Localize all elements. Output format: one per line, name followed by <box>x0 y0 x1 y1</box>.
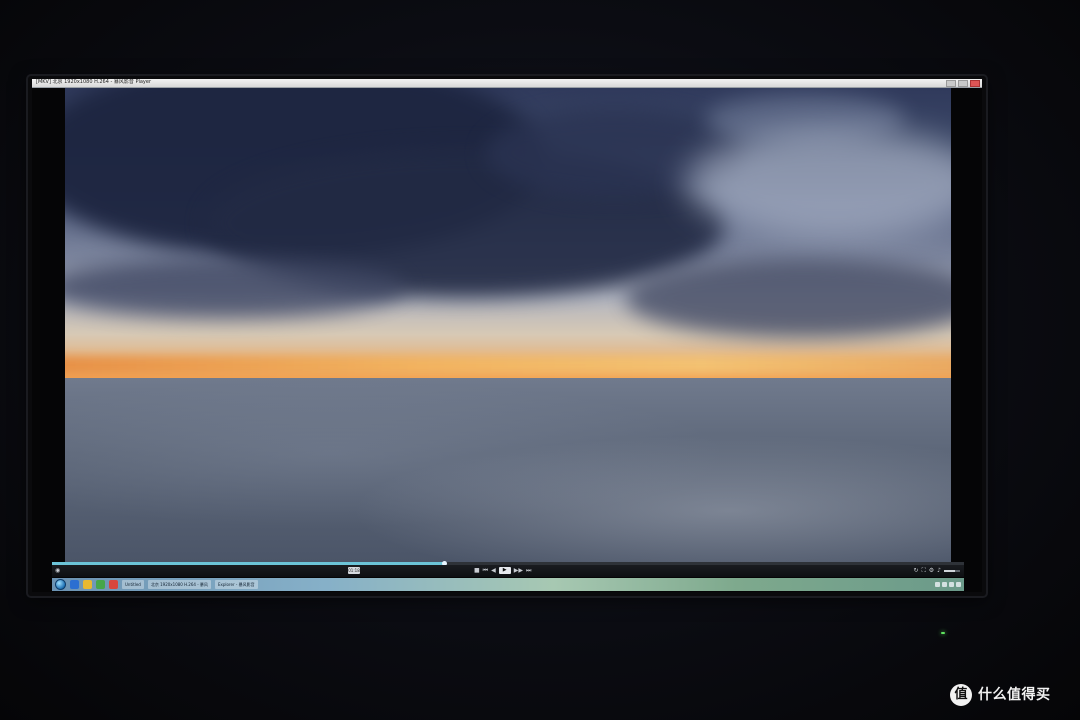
prev-icon[interactable]: ⏮ <box>483 565 488 577</box>
sunset-horizon <box>65 356 951 374</box>
minimize-icon[interactable] <box>946 80 956 87</box>
controls-center: ■ ⏮ ◀ ▶ ▶▶ ⏭ <box>474 565 531 577</box>
volume-fill <box>944 570 956 572</box>
forward-icon[interactable]: ▶▶ <box>514 565 523 577</box>
stop-icon[interactable]: ■ <box>474 565 480 577</box>
repeat-icon[interactable]: ↻ <box>914 565 919 577</box>
close-icon[interactable] <box>970 80 980 87</box>
fullscreen-icon[interactable]: ⛶ <box>922 565 926 577</box>
folder-icon[interactable] <box>83 580 92 589</box>
volume-icon[interactable]: ♪ <box>937 565 941 577</box>
watermark: 值 什么值得买 <box>950 684 1051 706</box>
rewind-icon[interactable]: ◀ <box>491 565 496 577</box>
volume-slider[interactable] <box>944 570 960 572</box>
window-controls <box>946 80 980 87</box>
watermark-logo: 值 <box>950 684 972 706</box>
app-icon[interactable] <box>109 580 118 589</box>
taskbar-task[interactable]: Untitled <box>122 580 144 589</box>
video-frame[interactable] <box>65 88 951 562</box>
window-title: [MKV] 北京 1920x1080 H.264 - 暴风影音 Player <box>36 79 152 85</box>
letterbox-right <box>951 88 982 562</box>
letterbox-left <box>32 88 65 562</box>
start-button[interactable] <box>55 579 66 590</box>
watermark-text: 什么值得买 <box>978 687 1051 703</box>
cloud-shape <box>65 258 405 318</box>
tray-icon[interactable] <box>956 582 961 587</box>
cloud-shape <box>625 258 951 338</box>
taskbar-task[interactable]: 北京 1920x1080 H.264 - 暴风 <box>147 580 211 589</box>
system-tray <box>935 582 964 587</box>
taskbar-task[interactable]: Explorer - 暴风影音 <box>214 580 258 589</box>
windows-taskbar: Untitled 北京 1920x1080 H.264 - 暴风 Explore… <box>52 578 964 591</box>
cloud-sea <box>65 378 951 562</box>
controls-left: ◉ <box>55 565 60 577</box>
play-icon[interactable]: ▶ <box>498 567 511 574</box>
monitor-screen: [MKV] 北京 1920x1080 H.264 - 暴风影音 Player ◉… <box>32 79 982 592</box>
next-icon[interactable]: ⏭ <box>526 565 531 577</box>
window-titlebar[interactable]: [MKV] 北京 1920x1080 H.264 - 暴风影音 Player <box>32 79 982 88</box>
menu-icon[interactable]: ◉ <box>55 565 60 577</box>
player-controls: ◉ 01:18 ■ ⏮ ◀ ▶ ▶▶ ⏭ ↻ ⛶ ⚙ ♪ <box>52 565 964 577</box>
time-badge: 01:18 <box>348 567 360 574</box>
settings-icon[interactable]: ⚙ <box>929 565 934 577</box>
tray-icon[interactable] <box>949 582 954 587</box>
maximize-icon[interactable] <box>958 80 968 87</box>
power-led <box>941 632 945 634</box>
controls-right: ↻ ⛶ ⚙ ♪ <box>914 565 960 577</box>
tray-icon[interactable] <box>942 582 947 587</box>
ie-icon[interactable] <box>70 580 79 589</box>
media-icon[interactable] <box>96 580 105 589</box>
photo-scene: [MKV] 北京 1920x1080 H.264 - 暴风影音 Player ◉… <box>0 0 1080 720</box>
monitor-bezel: [MKV] 北京 1920x1080 H.264 - 暴风影音 Player ◉… <box>28 76 986 596</box>
tray-icon[interactable] <box>935 582 940 587</box>
